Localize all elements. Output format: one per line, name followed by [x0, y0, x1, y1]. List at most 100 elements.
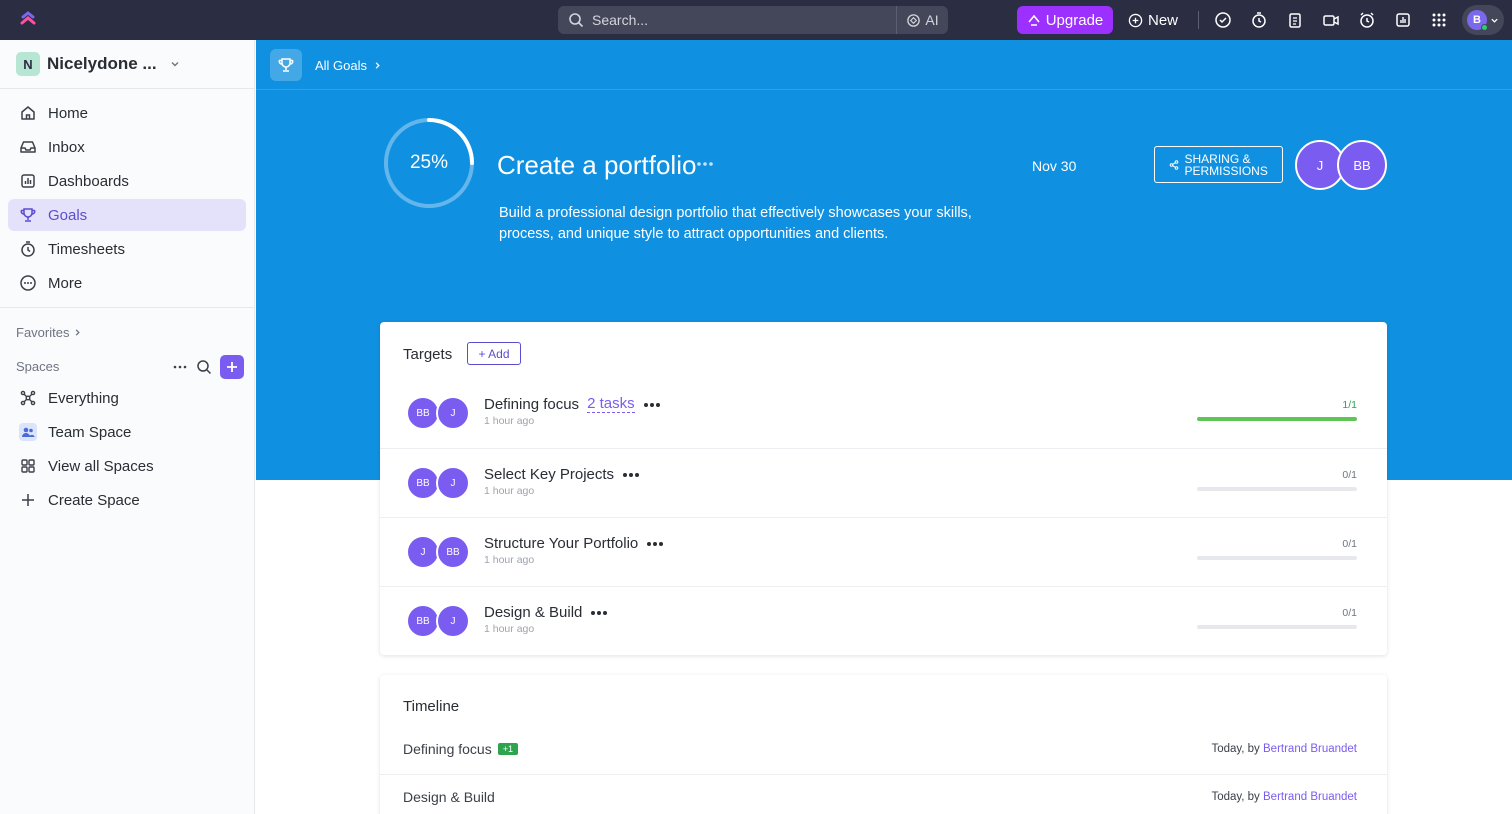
target-updated: 1 hour ago: [484, 415, 535, 427]
targets-card: Targets + Add BB J Defining focus 2 task…: [380, 322, 1387, 655]
target-name-group: Defining focus 2 tasks: [484, 396, 661, 413]
upgrade-button[interactable]: Upgrade: [1017, 6, 1113, 34]
user-menu[interactable]: B: [1462, 5, 1504, 35]
sidebar-item-inbox[interactable]: Inbox: [8, 131, 246, 163]
linked-tasks-link[interactable]: 2 tasks: [587, 396, 635, 413]
upgrade-label: Upgrade: [1045, 11, 1104, 29]
breadcrumb-bar: All Goals: [256, 40, 1512, 90]
sidebar: N Nicelydone ... Home Inbox Dashboards G…: [0, 40, 255, 814]
ellipsis-icon[interactable]: [172, 359, 188, 375]
main-content: All Goals 25% Create a portfolio Nov 30 …: [256, 40, 1512, 814]
favorites-label: Favorites: [16, 325, 70, 340]
favorites-section[interactable]: Favorites: [16, 325, 82, 340]
sidebar-item-more[interactable]: More: [8, 267, 246, 299]
app-logo-icon[interactable]: [18, 10, 38, 30]
divider: [1198, 11, 1199, 29]
timeline-user-link[interactable]: Bertrand Bruandet: [1263, 743, 1357, 755]
timeline-when: Today, by: [1211, 791, 1260, 803]
sidebar-item-team-space[interactable]: Team Space: [8, 416, 246, 448]
timeline-item-meta: Today, by Bertrand Bruandet: [1211, 743, 1357, 755]
avatar-initial: B: [1473, 14, 1481, 26]
target-progress-label: 0/1: [1342, 469, 1357, 481]
ellipsis-icon[interactable]: [646, 541, 664, 547]
share-icon: [1169, 159, 1178, 170]
target-name[interactable]: Defining focus: [484, 396, 579, 413]
target-row[interactable]: J BB Structure Your Portfolio 1 hour ago…: [380, 517, 1387, 586]
check-circle-icon[interactable]: [1214, 11, 1232, 29]
sidebar-item-label: Timesheets: [48, 240, 125, 258]
workspace-switcher[interactable]: N Nicelydone ...: [16, 52, 181, 76]
search-bar[interactable]: Search... AI: [558, 6, 948, 34]
trophy-icon: [278, 58, 294, 72]
goal-description[interactable]: Build a professional design portfolio th…: [499, 203, 999, 245]
target-name[interactable]: Structure Your Portfolio: [484, 535, 638, 552]
timeline-when: Today, by: [1211, 743, 1260, 755]
sidebar-item-label: Goals: [48, 206, 88, 224]
avatar: J: [436, 466, 470, 500]
timeline-item[interactable]: Defining focus +1 Today, by Bertrand Bru…: [380, 727, 1387, 774]
timeline-item-name: Defining focus: [403, 741, 492, 757]
timesheets-icon: [21, 241, 35, 257]
plus-icon: [227, 362, 237, 372]
timer-icon[interactable]: [1250, 11, 1268, 29]
dashboards-icon: [21, 174, 35, 188]
target-row[interactable]: BB J Select Key Projects 1 hour ago 0/1: [380, 448, 1387, 517]
ai-button[interactable]: AI: [896, 6, 948, 34]
new-button[interactable]: New: [1128, 6, 1178, 34]
add-target-button[interactable]: + Add: [467, 342, 521, 365]
sidebar-item-label: Team Space: [48, 423, 132, 441]
goals-home-button[interactable]: [270, 49, 302, 81]
search-placeholder: Search...: [592, 12, 649, 28]
chart-icon[interactable]: [1394, 11, 1412, 29]
avatar: J: [436, 396, 470, 430]
ellipsis-icon[interactable]: [643, 402, 661, 408]
breadcrumb-label: All Goals: [315, 58, 368, 73]
target-name[interactable]: Select Key Projects: [484, 466, 614, 483]
sidebar-item-create-space[interactable]: Create Space: [8, 484, 246, 516]
notepad-icon[interactable]: [1286, 11, 1304, 29]
target-row[interactable]: BB J Design & Build 1 hour ago 0/1: [380, 586, 1387, 655]
search-icon[interactable]: [196, 359, 212, 375]
sidebar-item-view-all-spaces[interactable]: View all Spaces: [8, 450, 246, 482]
timeline-card: Timeline Defining focus +1 Today, by Ber…: [380, 675, 1387, 814]
ellipsis-icon[interactable]: [590, 610, 608, 616]
ellipsis-icon[interactable]: [622, 472, 640, 478]
sidebar-item-everything[interactable]: Everything: [8, 382, 246, 414]
alarm-icon[interactable]: [1358, 11, 1376, 29]
avatar: BB: [436, 535, 470, 569]
video-icon[interactable]: [1322, 11, 1340, 29]
breadcrumb[interactable]: All Goals: [315, 58, 382, 73]
target-updated: 1 hour ago: [484, 623, 535, 635]
home-icon: [21, 106, 35, 120]
inbox-icon: [20, 141, 36, 153]
team-icon: [19, 423, 37, 441]
search-icon: [569, 13, 584, 28]
timeline-user-link[interactable]: Bertrand Bruandet: [1263, 791, 1357, 803]
timeline-item-name-group: Defining focus +1: [403, 741, 518, 757]
timeline-item[interactable]: Design & Build Today, by Bertrand Bruand…: [380, 774, 1387, 814]
everything-icon: [20, 390, 36, 406]
due-date[interactable]: Nov 30: [1032, 158, 1076, 174]
sidebar-item-dashboards[interactable]: Dashboards: [8, 165, 246, 197]
target-name[interactable]: Design & Build: [484, 604, 582, 621]
owner-avatar[interactable]: BB: [1337, 140, 1387, 190]
sharing-permissions-button[interactable]: SHARING & PERMISSIONS: [1154, 146, 1283, 183]
timeline-item-name: Design & Build: [403, 789, 495, 805]
chevron-right-icon: [375, 62, 380, 69]
sidebar-item-goals[interactable]: Goals: [8, 199, 246, 231]
chevron-down-icon: [171, 62, 179, 67]
avatar: B: [1467, 10, 1488, 31]
assignees: J BB: [406, 535, 472, 569]
goal-title[interactable]: Create a portfolio: [497, 150, 696, 181]
ellipsis-icon[interactable]: [696, 161, 714, 167]
avatar: J: [436, 604, 470, 638]
sidebar-item-label: Everything: [48, 389, 119, 407]
avatar: J: [406, 535, 440, 569]
sidebar-item-home[interactable]: Home: [8, 97, 246, 129]
sidebar-item-timesheets[interactable]: Timesheets: [8, 233, 246, 265]
sidebar-item-label: Create Space: [48, 491, 140, 509]
apps-grid-icon[interactable]: [1430, 11, 1448, 29]
target-row[interactable]: BB J Defining focus 2 tasks 1 hour ago 1…: [380, 379, 1387, 448]
new-label: New: [1148, 11, 1179, 29]
add-space-button[interactable]: [220, 355, 244, 379]
